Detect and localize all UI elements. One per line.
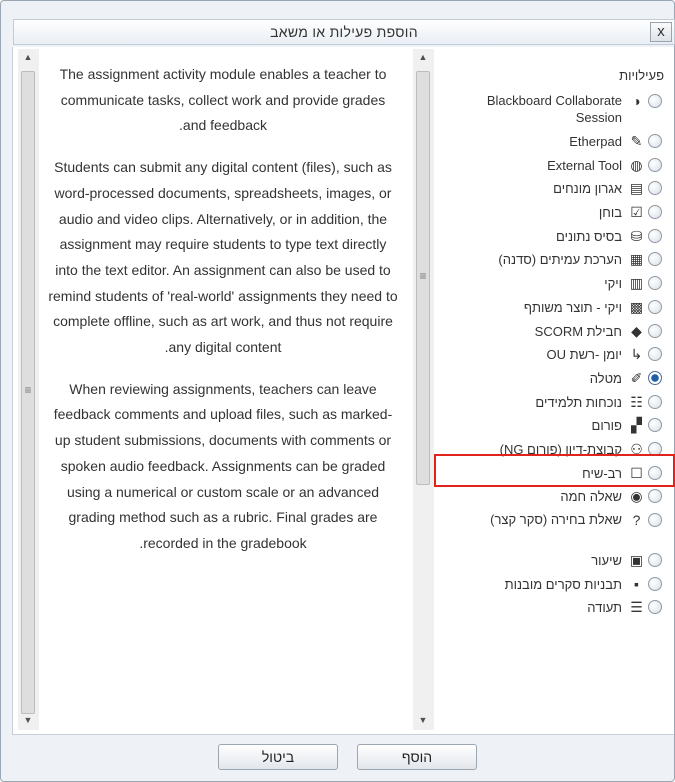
activity-list-scroll-thumb[interactable]: ≡ <box>416 71 430 485</box>
activity-option[interactable]: ▞ פורום <box>438 414 668 438</box>
workshop-icon: ▦ <box>629 251 644 268</box>
activity-option-label: מטלה <box>589 370 622 386</box>
activity-option-label: External Tool <box>547 157 622 173</box>
radio-button[interactable] <box>648 299 662 314</box>
activity-option[interactable]: ▦ הערכת עמיתים (סדנה) <box>438 248 668 272</box>
activity-option-label: ויקי <box>604 276 622 292</box>
activity-option[interactable]: ◑ Blackboard Collaborate Session <box>438 90 668 130</box>
bb-collaborate-icon: ◑ <box>632 93 641 109</box>
etherpad-icon: ✎ <box>630 133 643 149</box>
activity-option-label: Blackboard Collaborate Session <box>486 93 622 125</box>
activity-option[interactable]: ☷ נוכחות תלמידים <box>438 391 668 415</box>
activity-option[interactable]: ◉ שאלה חמה <box>438 485 668 509</box>
radio-button[interactable] <box>648 513 662 527</box>
activity-option[interactable]: ? שאלת בחירה (סקר קצר) <box>438 509 668 549</box>
activity-option-label: אגרון מונחים <box>553 181 622 197</box>
description-scroll-thumb[interactable]: ≡ <box>21 71 35 714</box>
radio-button[interactable] <box>648 276 662 291</box>
hotquestion-icon: ◉ <box>630 488 643 505</box>
radio-button[interactable] <box>648 323 662 338</box>
survey-icon: ▪ <box>634 575 639 592</box>
add-button[interactable]: הוסף <box>357 744 477 770</box>
activity-option[interactable]: ⛁ בסיס נתונים <box>438 225 668 249</box>
radio-button[interactable] <box>648 134 662 148</box>
activity-option[interactable]: ▣ שיעור <box>438 549 668 573</box>
radio-button[interactable] <box>648 370 662 385</box>
description-paragraph: When reviewing assignments, teachers can… <box>53 380 393 551</box>
dialog-title: הוספת פעילות או משאב <box>270 24 418 40</box>
scroll-up-arrow-icon[interactable]: ▲ <box>18 49 38 65</box>
scroll-down-arrow-icon[interactable]: ▼ <box>18 712 38 728</box>
wiki-icon: ▥ <box>629 275 644 292</box>
radio-button[interactable] <box>648 205 662 220</box>
activity-option[interactable]: ✎ Etherpad <box>438 130 668 154</box>
highlight-box <box>434 454 675 487</box>
activity-option[interactable]: ◍ External Tool <box>438 154 668 178</box>
quiz-icon: ☑ <box>630 204 643 221</box>
radio-button[interactable] <box>648 489 662 504</box>
grip-icon: ≡ <box>419 269 427 283</box>
activity-option[interactable]: ▩ ויקי - תוצר משותף <box>438 296 668 320</box>
radio-button[interactable] <box>648 600 662 615</box>
radio-button[interactable] <box>648 252 662 267</box>
activity-option-label: פורום <box>591 418 622 434</box>
activities-heading: פעילויות <box>619 68 664 83</box>
scroll-up-arrow-icon[interactable]: ▲ <box>413 49 433 65</box>
dialog-titlebar: הוספת פעילות או משאב <box>13 19 675 45</box>
activity-option-label: שאלה חמה <box>560 489 622 505</box>
activity-option-label: חבילת SCORM <box>534 323 622 339</box>
activity-option[interactable]: ↳ יומן -רשת OU <box>438 343 668 367</box>
database-icon: ⛁ <box>630 227 643 244</box>
activity-option-label: שאלת בחירה (סקר קצר) <box>490 512 622 527</box>
cancel-button[interactable]: ביטול <box>218 744 338 770</box>
scroll-down-arrow-icon[interactable]: ▼ <box>413 712 433 728</box>
activity-option[interactable]: ▥ ויקי <box>438 272 668 296</box>
description-paragraph: Students can submit any digital content … <box>48 159 398 356</box>
radio-button[interactable] <box>648 553 662 567</box>
forum-icon: ▞ <box>631 417 642 434</box>
radio-button[interactable] <box>648 157 662 172</box>
activity-option-label: שיעור <box>591 553 622 568</box>
activity-option[interactable]: ◆ חבילת SCORM <box>438 320 668 344</box>
close-button[interactable]: x <box>650 22 672 42</box>
activity-option[interactable]: ▤ אגרון מונחים <box>438 177 668 201</box>
activity-option-label: תבניות סקרים מובנות <box>504 576 622 592</box>
activity-option[interactable]: ✐ מטלה <box>438 366 668 391</box>
radio-button[interactable] <box>648 576 662 591</box>
activity-option-label: Etherpad <box>569 134 622 149</box>
description-scrollbar[interactable]: ▲ ≡ ▼ <box>18 49 39 730</box>
radio-button[interactable] <box>648 94 662 108</box>
certificate-icon: ☰ <box>630 599 643 616</box>
radio-button[interactable] <box>648 394 662 409</box>
glossary-icon: ▤ <box>629 180 644 197</box>
activity-option-label: יומן -רשת OU <box>546 347 622 363</box>
activity-option[interactable]: ☰ תעודה <box>438 596 668 620</box>
radio-button[interactable] <box>648 347 662 362</box>
activity-description: The assignment activity module enables a… <box>48 62 398 573</box>
scorm-icon: ◆ <box>631 322 642 339</box>
radio-button[interactable] <box>648 181 662 196</box>
activity-option-label: בסיס נתונים <box>556 228 622 244</box>
activity-option[interactable]: ☑ בוחן <box>438 201 668 225</box>
lesson-icon: ▣ <box>629 552 644 568</box>
activity-option-label: נוכחות תלמידים <box>535 394 622 410</box>
ouwiki-icon: ▩ <box>629 298 644 315</box>
activity-option-label: הערכת עמיתים (סדנה) <box>498 252 622 268</box>
radio-button[interactable] <box>648 418 662 433</box>
grip-icon: ≡ <box>24 383 32 397</box>
activity-list: פעילויות ◑ Blackboard Collaborate Session… <box>438 62 668 620</box>
activity-option[interactable]: ▪ תבניות סקרים מובנות <box>438 573 668 597</box>
activity-list-scrollbar[interactable]: ▲ ≡ ▼ <box>413 49 434 730</box>
description-paragraph: The assignment activity module enables a… <box>59 66 387 134</box>
activity-option-label: ויקי - תוצר משותף <box>523 299 622 315</box>
activity-option-label: תעודה <box>587 600 622 616</box>
choice-icon: ? <box>632 512 641 528</box>
attendance-icon: ☷ <box>630 393 643 410</box>
external-tool-icon: ◍ <box>630 156 643 173</box>
assignment-icon: ✐ <box>630 369 643 386</box>
activity-option-label: בוחן <box>598 205 622 221</box>
oublog-icon: ↳ <box>630 346 643 363</box>
radio-button[interactable] <box>648 228 662 243</box>
